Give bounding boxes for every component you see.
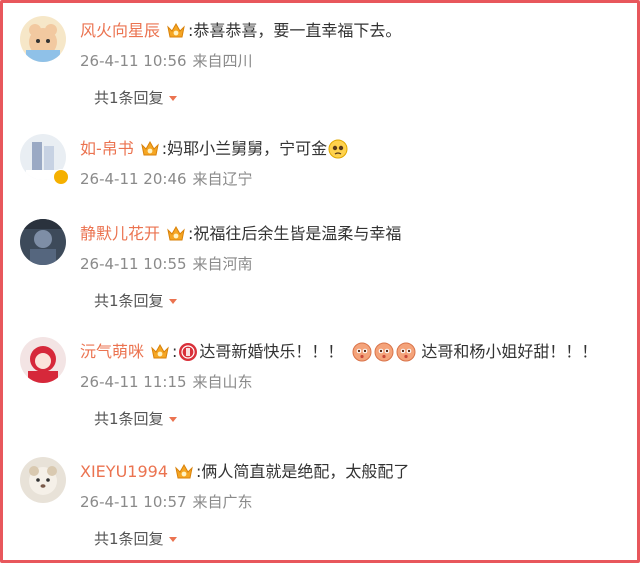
timestamp: 26-4-11 10:55 <box>80 255 187 273</box>
timestamp: 26-4-11 20:46 <box>80 170 187 188</box>
comment-list-frame: 风火向星辰 : 恭喜恭喜，要一直幸福下去。 26-4-11 10:56 来自四川 … <box>0 0 640 563</box>
kissing-face-emoji-icon <box>374 342 394 362</box>
comment-text: 达哥和杨小姐好甜！！！ <box>421 342 598 361</box>
username[interactable]: XIEYU1994 <box>80 459 168 485</box>
username[interactable]: 如-帛书 <box>80 136 134 162</box>
comment-meta: 26-4-11 10:55 来自河南 <box>80 253 253 274</box>
comment-text: 达哥新婚快乐！！！ <box>199 342 344 361</box>
comment-text: 祝福往后余生皆是温柔与幸福 <box>193 224 402 243</box>
comment-line: 如-帛书 : 妈耶小兰舅舅，宁可金 <box>80 136 349 162</box>
comment-meta: 26-4-11 10:56 来自四川 <box>80 50 253 71</box>
caret-down-icon <box>168 93 178 103</box>
comment-text: 俩人简直就是绝配，太般配了 <box>201 462 410 481</box>
timestamp: 26-4-11 10:56 <box>80 52 187 70</box>
caret-down-icon <box>168 296 178 306</box>
comment-line: 沅气萌咪 : 达哥新婚快乐！！！ 达哥和杨小姐好甜！！！ <box>80 339 597 365</box>
view-replies-button[interactable]: 共1条回复 <box>94 87 178 108</box>
colon: : <box>172 342 178 361</box>
caret-down-icon <box>168 534 178 544</box>
comment-line: 静默儿花开 : 祝福往后余生皆是温柔与幸福 <box>80 221 401 247</box>
location: 来自辽宁 <box>192 170 253 188</box>
caret-down-icon <box>168 414 178 424</box>
replies-label: 共1条回复 <box>94 292 164 310</box>
comment-meta: 26-4-11 20:46 来自辽宁 <box>80 168 253 189</box>
comment-meta: 26-4-11 11:15 来自山东 <box>80 371 253 392</box>
kissing-face-emoji-icon <box>352 342 372 362</box>
crown-badge-icon <box>150 342 170 362</box>
comment-meta: 26-4-11 10:57 来自广东 <box>80 491 253 512</box>
avatar[interactable] <box>20 16 66 62</box>
crown-badge-icon <box>174 462 194 482</box>
location: 来自河南 <box>192 255 253 273</box>
comment-text: 恭喜恭喜，要一直幸福下去。 <box>193 21 402 40</box>
avatar[interactable] <box>20 457 66 503</box>
crown-badge-icon <box>140 139 160 159</box>
timestamp: 26-4-11 10:57 <box>80 493 187 511</box>
blessing-seal-emoji-icon <box>178 342 198 362</box>
replies-label: 共1条回复 <box>94 410 164 428</box>
view-replies-button[interactable]: 共1条回复 <box>94 290 178 311</box>
avatar[interactable] <box>20 337 66 383</box>
timestamp: 26-4-11 11:15 <box>80 373 187 391</box>
view-replies-button[interactable]: 共1条回复 <box>94 408 178 429</box>
verified-badge-icon <box>53 169 69 185</box>
location: 来自山东 <box>192 373 253 391</box>
crown-badge-icon <box>166 224 186 244</box>
crown-badge-icon <box>166 21 186 41</box>
replies-label: 共1条回复 <box>94 89 164 107</box>
replies-label: 共1条回复 <box>94 530 164 548</box>
location: 来自广东 <box>192 493 253 511</box>
pleading-face-emoji-icon <box>328 139 348 159</box>
username[interactable]: 沅气萌咪 <box>80 339 144 365</box>
kissing-face-emoji-icon <box>396 342 416 362</box>
comment-line: XIEYU1994 : 俩人简直就是绝配，太般配了 <box>80 459 409 485</box>
avatar[interactable] <box>20 219 66 265</box>
username[interactable]: 静默儿花开 <box>80 221 160 247</box>
comment-line: 风火向星辰 : 恭喜恭喜，要一直幸福下去。 <box>80 18 401 44</box>
location: 来自四川 <box>192 52 253 70</box>
comment-text: 妈耶小兰舅舅，宁可金 <box>167 139 328 158</box>
view-replies-button[interactable]: 共1条回复 <box>94 528 178 549</box>
username[interactable]: 风火向星辰 <box>80 18 160 44</box>
